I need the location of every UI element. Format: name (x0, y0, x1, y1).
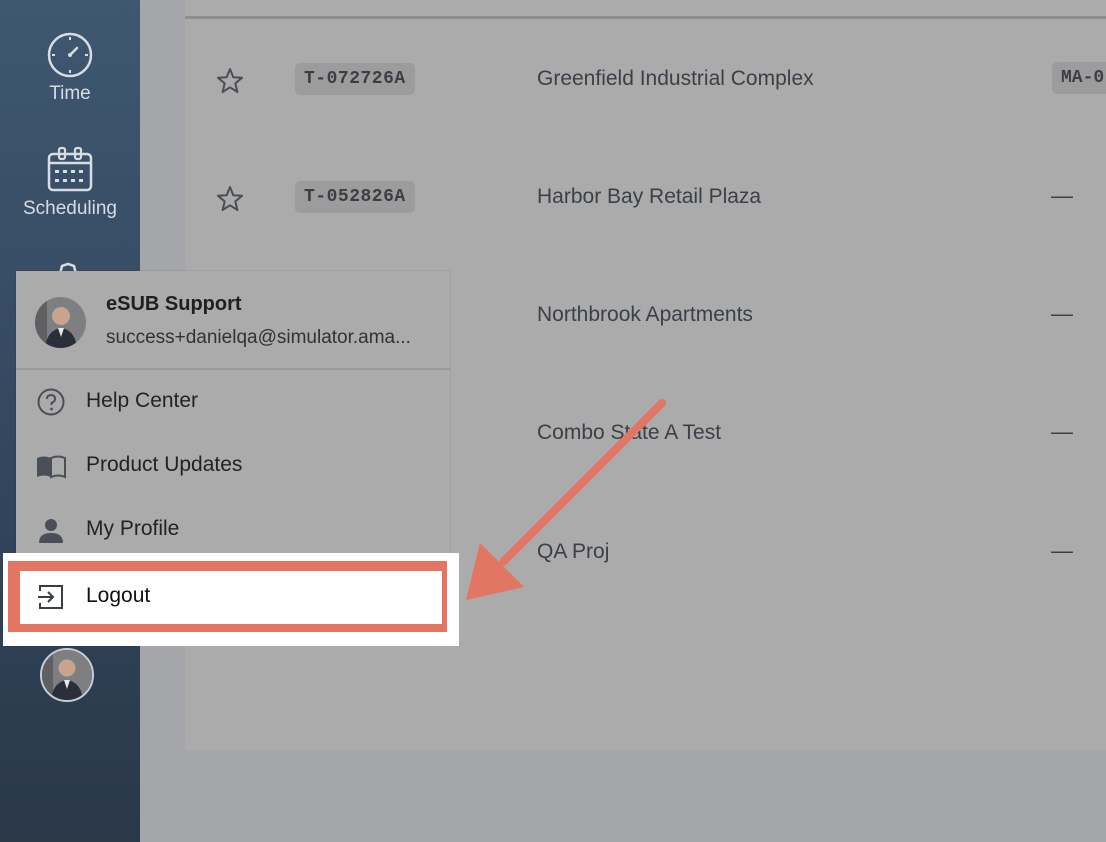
annotation-arrow (466, 399, 666, 600)
